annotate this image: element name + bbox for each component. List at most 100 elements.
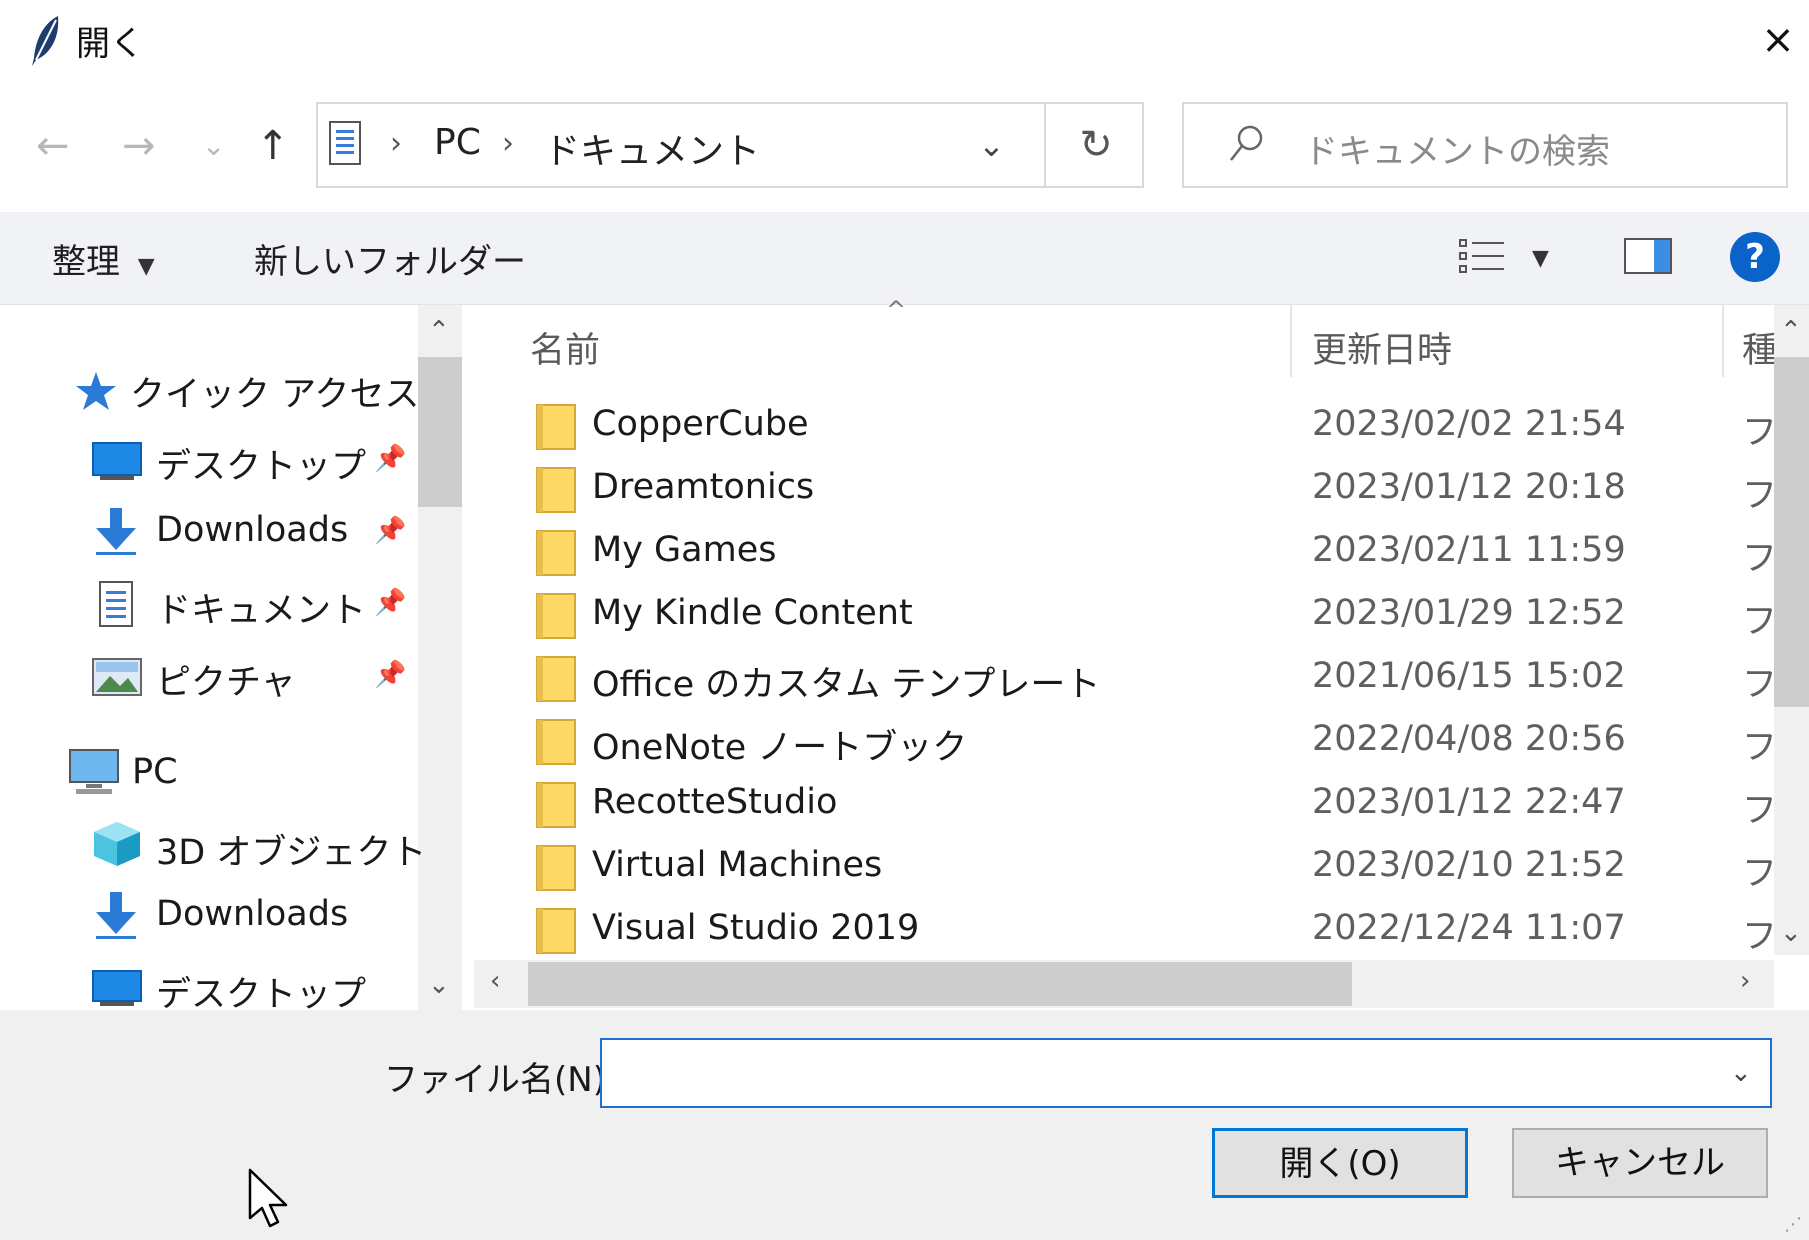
desktop-icon — [92, 970, 142, 1006]
column-header-modified[interactable]: 更新日時 — [1312, 322, 1452, 373]
file-type: フ — [1742, 413, 1772, 453]
navpane-scroll-thumb[interactable] — [418, 357, 462, 507]
scroll-left-icon[interactable]: ‹ — [490, 966, 500, 996]
title-bar — [0, 0, 1809, 84]
view-options-icon[interactable] — [1458, 236, 1506, 276]
file-name[interactable]: RecotteStudio — [592, 782, 837, 822]
mouse-cursor-icon — [248, 1168, 288, 1228]
folder-icon — [536, 404, 576, 450]
file-type: フ — [1742, 602, 1772, 642]
file-type: フ — [1742, 539, 1772, 579]
breadcrumb-separator: › — [502, 126, 514, 161]
sidebar-item-desktop[interactable]: デスクトップ — [156, 438, 366, 489]
file-type: フ — [1742, 917, 1772, 957]
sort-ascending-icon: ^ — [886, 296, 907, 324]
folder-icon — [536, 467, 576, 513]
feather-icon — [32, 16, 59, 66]
column-header-name[interactable]: 名前 — [530, 322, 600, 373]
file-date: 2023/02/10 21:52 — [1312, 845, 1626, 885]
pin-icon[interactable]: 📌 — [374, 516, 406, 546]
cancel-button[interactable]: キャンセル — [1512, 1128, 1768, 1198]
desktop-icon — [92, 442, 142, 480]
search-icon — [1230, 125, 1263, 161]
sidebar-item-quick-access[interactable]: クイック アクセス — [130, 366, 419, 417]
sidebar-item-3d-objects[interactable]: 3D オブジェクト — [156, 824, 426, 875]
folder-icon — [536, 782, 576, 828]
3d-objects-icon — [94, 822, 140, 866]
window-title: 開く — [76, 24, 144, 64]
divider — [1044, 104, 1046, 186]
resize-grip[interactable]: ⋰ — [1784, 1214, 1802, 1235]
file-date: 2021/06/15 15:02 — [1312, 656, 1626, 696]
chevron-down-icon[interactable]: ⌄ — [1730, 1058, 1752, 1088]
sidebar-item-pc[interactable]: PC — [132, 752, 178, 792]
caret-down-icon: ▼ — [130, 254, 155, 279]
breadcrumb-pc[interactable]: PC — [434, 122, 481, 163]
scroll-down-icon[interactable]: ⌄ — [428, 970, 450, 1000]
refresh-button[interactable]: ↻ — [1048, 104, 1144, 186]
filename-input[interactable] — [600, 1038, 1772, 1108]
new-folder-button[interactable]: 新しいフォルダー — [254, 234, 526, 283]
organize-button[interactable]: 整理 ▼ — [52, 234, 155, 283]
sidebar-item-downloads[interactable]: Downloads — [156, 510, 348, 550]
close-button[interactable]: × — [1748, 10, 1808, 70]
download-icon — [96, 892, 136, 939]
pictures-icon — [92, 658, 142, 696]
star-icon — [76, 372, 116, 410]
breadcrumb-documents[interactable]: ドキュメント — [544, 122, 760, 174]
open-button[interactable]: 開く(O) — [1212, 1128, 1468, 1198]
file-date: 2023/01/12 22:47 — [1312, 782, 1626, 822]
back-button[interactable]: ← — [36, 120, 70, 172]
folder-icon — [536, 593, 576, 639]
help-button[interactable]: ? — [1730, 232, 1780, 282]
folder-icon — [536, 845, 576, 891]
sidebar-item-downloads-pc[interactable]: Downloads — [156, 894, 348, 934]
pin-icon[interactable]: 📌 — [374, 660, 406, 690]
document-icon — [99, 581, 133, 627]
file-name[interactable]: Visual Studio 2019 — [592, 908, 919, 948]
file-name[interactable]: OneNote ノートブック — [592, 719, 967, 770]
filelist-vertical-thumb[interactable] — [1774, 357, 1809, 707]
file-type: フ — [1742, 854, 1772, 894]
file-name[interactable]: My Kindle Content — [592, 593, 913, 633]
file-date: 2023/01/29 12:52 — [1312, 593, 1626, 633]
file-name[interactable]: Virtual Machines — [592, 845, 882, 885]
file-type: フ — [1742, 476, 1772, 516]
filelist-horizontal-thumb[interactable] — [528, 962, 1352, 1006]
sidebar-item-pictures[interactable]: ピクチャ — [156, 654, 296, 705]
file-date: 2023/01/12 20:18 — [1312, 467, 1626, 507]
document-icon — [329, 121, 361, 165]
file-name[interactable]: Dreamtonics — [592, 467, 814, 507]
scroll-right-icon[interactable]: › — [1740, 966, 1750, 996]
file-name[interactable]: Office のカスタム テンプレート — [592, 656, 1100, 707]
pin-icon[interactable]: 📌 — [374, 588, 406, 618]
folder-icon — [536, 908, 576, 954]
sidebar-item-documents[interactable]: ドキュメント — [156, 582, 366, 633]
scroll-down-icon[interactable]: ⌄ — [1780, 918, 1802, 948]
breadcrumb-separator: › — [390, 126, 402, 161]
chevron-down-icon[interactable]: ⌄ — [978, 126, 1005, 164]
up-button[interactable]: ↑ — [256, 120, 290, 172]
preview-pane-icon[interactable] — [1624, 238, 1672, 274]
scroll-up-icon[interactable]: ⌃ — [1780, 316, 1802, 346]
file-type: フ — [1742, 728, 1772, 768]
folder-icon — [536, 530, 576, 576]
file-name[interactable]: CopperCube — [592, 404, 809, 444]
scroll-up-icon[interactable]: ⌃ — [428, 316, 450, 346]
file-name[interactable]: My Games — [592, 530, 776, 570]
filename-label: ファイル名(N): — [384, 1060, 618, 1100]
column-divider[interactable] — [1722, 305, 1724, 377]
folder-icon — [536, 719, 576, 765]
folder-icon — [536, 656, 576, 702]
recent-locations-button[interactable]: ⌄ — [202, 120, 225, 172]
column-divider[interactable] — [1290, 305, 1292, 377]
column-header-type[interactable]: 種 — [1742, 322, 1777, 373]
file-date: 2022/12/24 11:07 — [1312, 908, 1626, 948]
pin-icon[interactable]: 📌 — [374, 444, 406, 474]
file-type: フ — [1742, 665, 1772, 705]
organize-label: 整理 — [52, 242, 120, 282]
view-dropdown-icon[interactable]: ▼ — [1532, 246, 1549, 271]
forward-button[interactable]: → — [122, 120, 156, 172]
search-placeholder: ドキュメントの検索 — [1304, 132, 1610, 172]
file-date: 2022/04/08 20:56 — [1312, 719, 1626, 759]
